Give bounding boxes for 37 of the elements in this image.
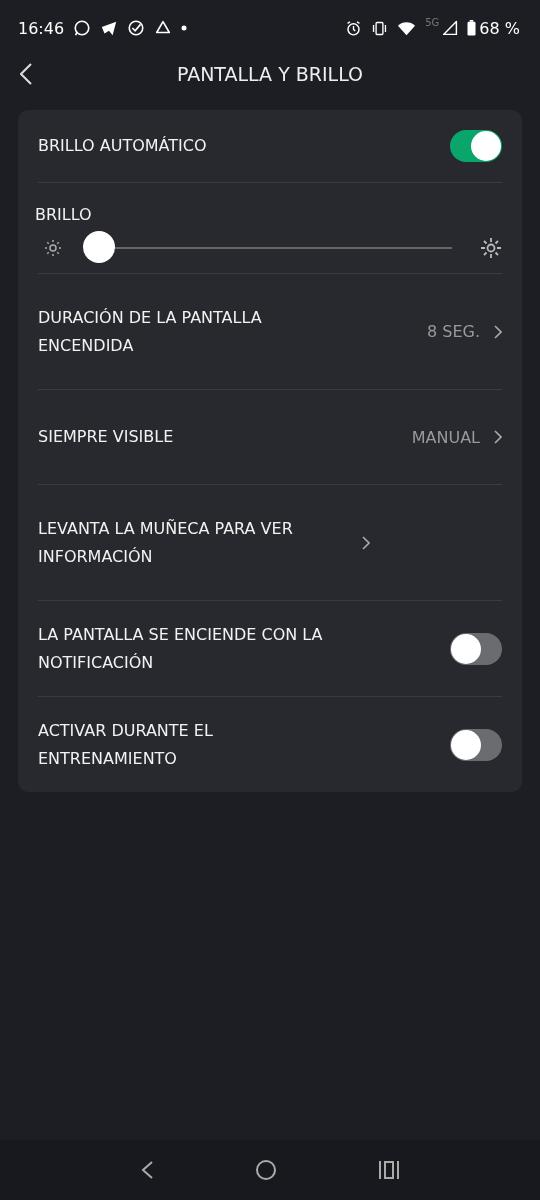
chevron-right-icon [494, 430, 502, 444]
back-icon[interactable] [20, 63, 32, 85]
setting-row[interactable]: DURACIÓN DE LA PANTALLA ENCENDIDA 8 SEG. [38, 274, 502, 390]
chevron-right-icon [362, 535, 370, 550]
setting-label: DURACIÓN DE LA PANTALLA ENCENDIDA [38, 306, 263, 357]
toggle-switch[interactable] [450, 728, 502, 761]
back-nav-icon[interactable] [140, 1160, 155, 1180]
alarm-icon [345, 19, 363, 37]
chevron-right-icon [494, 324, 502, 339]
setting-label: LA PANTALLA SE ENCIENDE CON LA NOTIFICACIÓN [38, 623, 324, 674]
toggle-switch[interactable] [450, 632, 502, 665]
battery-icon [467, 20, 477, 36]
setting-row[interactable]: LEVANTA LA MUÑECA PARA VER INFORMACIÓN [38, 485, 502, 601]
toggle-switch[interactable] [450, 130, 502, 162]
setting-label: BRILLO AUTOMÁTICO [38, 135, 208, 157]
setting-label: LEVANTA LA MUÑECA PARA VER INFORMACIÓN [38, 517, 294, 568]
page-title: PANTALLA Y BRILLO [176, 63, 364, 85]
sun-small-icon [43, 238, 63, 258]
recent-apps-icon[interactable] [377, 1160, 400, 1180]
home-icon[interactable] [255, 1159, 277, 1181]
setting-label: ACTIVAR DURANTE EL ENTRENAMIENTO [38, 719, 214, 770]
setting-value: MANUAL [411, 427, 480, 447]
vibrate-icon [371, 19, 389, 37]
chat-icon [73, 19, 92, 37]
sun-large-icon [480, 237, 502, 259]
slider-label: BRILLO [35, 204, 93, 226]
paper-plane-icon [100, 19, 119, 37]
network-label: 5G [425, 17, 440, 28]
setting-label: SIEMPRE VISIBLE [38, 426, 175, 448]
dot-icon [181, 25, 188, 31]
setting-row[interactable]: SIEMPRE VISIBLE MANUAL [38, 390, 502, 485]
signal-icon [442, 20, 459, 36]
battery-percentage: 68 % [479, 18, 520, 38]
check-circle-icon [127, 19, 146, 37]
slider-thumb[interactable] [83, 231, 115, 263]
status-time: 16:46 [18, 18, 65, 38]
setting-value: 8 SEG. [427, 322, 480, 341]
